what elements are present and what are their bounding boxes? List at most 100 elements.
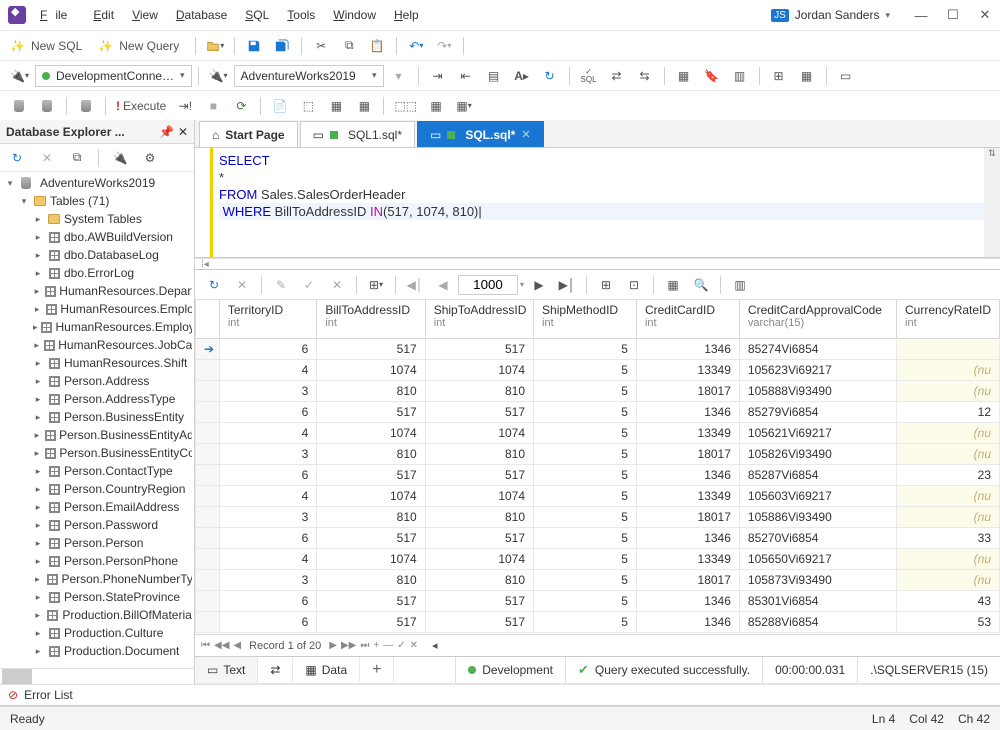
grid-view3-button[interactable]: ▦ [660, 273, 686, 297]
tab-flow[interactable]: ⇄ [258, 657, 293, 683]
grid-prev-button[interactable]: ◀ [430, 273, 456, 297]
tree-row[interactable]: ▸dbo.ErrorLog [2, 264, 194, 282]
cell[interactable]: 13349 [636, 359, 739, 380]
row-selector[interactable] [196, 506, 220, 527]
cell[interactable]: 1074 [425, 422, 533, 443]
undo-button[interactable]: ↶▾ [403, 34, 429, 58]
tb2-b[interactable]: ⇆ [632, 64, 658, 88]
save-all-button[interactable] [269, 34, 295, 58]
tree-row[interactable]: ▸Person.CountryRegion [2, 480, 194, 498]
results-grid[interactable]: TerritoryIDintBillToAddressIDintShipToAd… [195, 300, 1000, 634]
col-TerritoryID[interactable]: TerritoryIDint [219, 300, 317, 338]
cell[interactable]: 5 [534, 590, 637, 611]
cell[interactable]: 1074 [317, 422, 425, 443]
cell[interactable]: 1346 [636, 527, 739, 548]
cell[interactable]: 517 [425, 464, 533, 485]
grid-view1-button[interactable]: ⊞ [593, 273, 619, 297]
menu-database[interactable]: Database [168, 4, 235, 26]
cell[interactable]: 6 [219, 590, 317, 611]
cell[interactable]: 517 [317, 611, 425, 632]
cell[interactable]: (nu [897, 443, 1000, 464]
row-selector[interactable] [196, 443, 220, 464]
tree-row[interactable]: ▾AdventureWorks2019 [2, 174, 194, 192]
grid-rows-input[interactable] [458, 275, 518, 295]
menu-view[interactable]: View [124, 4, 166, 26]
cell[interactable]: 1074 [425, 359, 533, 380]
tb2-c[interactable]: ▦ [671, 64, 697, 88]
db-dropdown[interactable]: ▾ [386, 64, 412, 88]
tb3-g[interactable]: ⬚ [295, 94, 321, 118]
row-selector[interactable] [196, 359, 220, 380]
row-selector[interactable]: ➔ [196, 338, 220, 359]
cell[interactable]: 1074 [317, 359, 425, 380]
db-icon[interactable]: 🔌▾ [205, 64, 232, 88]
sql-editor[interactable]: SELECT * FROM Sales.SalesOrderHeader WHE… [195, 148, 1000, 258]
cell[interactable]: 5 [534, 611, 637, 632]
tree-row[interactable]: ▸HumanResources.JobCandidate [2, 336, 194, 354]
tab-sql1[interactable]: ▭SQL1.sql* [300, 121, 415, 147]
tree-row[interactable]: ▸HumanResources.Department [2, 282, 194, 300]
cell[interactable]: 1074 [425, 548, 533, 569]
new-query-button[interactable]: ✨ New Query [94, 34, 189, 58]
menu-window[interactable]: Window [325, 4, 384, 26]
cell[interactable]: 13349 [636, 548, 739, 569]
pin-icon[interactable]: 📌 [159, 125, 174, 139]
tree-row[interactable]: ▸Person.PersonPhone [2, 552, 194, 570]
cell[interactable]: 517 [425, 590, 533, 611]
cell[interactable]: 6 [219, 401, 317, 422]
cell[interactable]: (nu [897, 422, 1000, 443]
tab-start-page[interactable]: ⌂Start Page [199, 121, 298, 147]
col-CreditCardID[interactable]: CreditCardIDint [636, 300, 739, 338]
cell[interactable]: 810 [317, 506, 425, 527]
cell[interactable]: 3 [219, 443, 317, 464]
row-selector[interactable] [196, 401, 220, 422]
tree-row[interactable]: ▸Person.PhoneNumberType [2, 570, 194, 588]
tree-row[interactable]: ▸Person.ContactType [2, 462, 194, 480]
splitter[interactable]: ⁞◂ [195, 258, 1000, 270]
grid-last-button[interactable]: ▶│ [554, 273, 580, 297]
cell[interactable]: 5 [534, 443, 637, 464]
tree-btn-c[interactable]: ⚙ [137, 146, 163, 170]
cell[interactable]: 517 [425, 338, 533, 359]
cell[interactable]: 105621Vi69217 [739, 422, 896, 443]
tb2-f[interactable]: ▦ [794, 64, 820, 88]
tree-row[interactable]: ▸System Tables [2, 210, 194, 228]
row-selector[interactable] [196, 548, 220, 569]
cell[interactable]: 13349 [636, 422, 739, 443]
tree-row[interactable]: ▾Tables (71) [2, 192, 194, 210]
cell[interactable]: 5 [534, 422, 637, 443]
tb3-j[interactable]: ⬚⬚ [390, 94, 421, 118]
cell[interactable]: (nu [897, 569, 1000, 590]
tb3-i[interactable]: ▦ [351, 94, 377, 118]
cell[interactable]: 13349 [636, 485, 739, 506]
cell[interactable]: 85270Vi6854 [739, 527, 896, 548]
cell[interactable]: 5 [534, 464, 637, 485]
cell[interactable] [897, 338, 1000, 359]
col-BillToAddressID[interactable]: BillToAddressIDint [317, 300, 425, 338]
cell[interactable]: 6 [219, 464, 317, 485]
cell[interactable]: 1346 [636, 338, 739, 359]
cell[interactable]: 5 [534, 506, 637, 527]
cell[interactable]: 85274Vi6854 [739, 338, 896, 359]
execute-button[interactable]: !Execute [112, 94, 170, 118]
cell[interactable]: 85287Vi6854 [739, 464, 896, 485]
tb3-a[interactable] [6, 94, 32, 118]
cell[interactable]: 5 [534, 548, 637, 569]
cell[interactable]: 6 [219, 338, 317, 359]
tab-text[interactable]: ▭Text [195, 657, 258, 683]
cell[interactable]: 5 [534, 527, 637, 548]
row-selector[interactable] [196, 485, 220, 506]
cell[interactable]: 3 [219, 380, 317, 401]
cell[interactable]: 105650Vi69217 [739, 548, 896, 569]
cell[interactable]: 1346 [636, 590, 739, 611]
cell[interactable]: 517 [425, 401, 533, 422]
refresh-button[interactable]: ↻ [537, 64, 563, 88]
bookmark-button[interactable]: 🔖 [699, 64, 725, 88]
outdent-button[interactable]: ⇤ [453, 64, 479, 88]
row-selector[interactable] [196, 590, 220, 611]
cell[interactable]: (nu [897, 380, 1000, 401]
menu-sql[interactable]: SQL [237, 4, 277, 26]
cell[interactable]: 4 [219, 359, 317, 380]
tb3-h[interactable]: ▦ [323, 94, 349, 118]
sidebar-hscroll[interactable] [0, 668, 194, 684]
